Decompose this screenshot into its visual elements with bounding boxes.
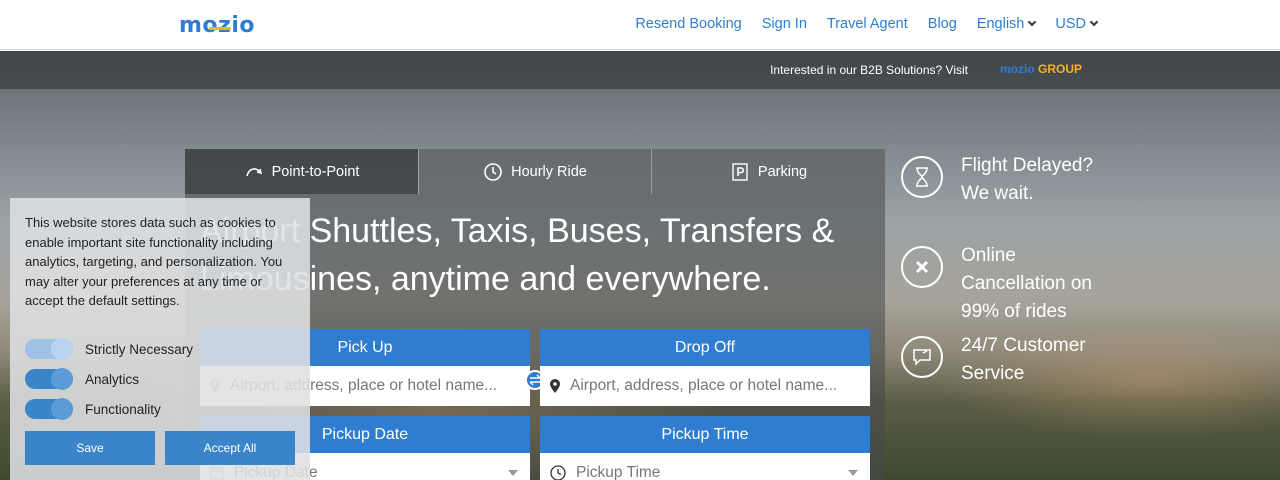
toggle-knob (51, 368, 73, 390)
chat-icon (901, 336, 943, 378)
cookie-consent-banner: This website stores data such as cookies… (10, 198, 310, 480)
nav-travel-agent[interactable]: Travel Agent (827, 16, 908, 32)
close-icon (901, 246, 943, 288)
tab-label: Hourly Ride (511, 163, 587, 180)
top-nav-links: Resend Booking Sign In Travel Agent Blog… (635, 16, 1099, 32)
tab-label: Parking (757, 163, 808, 180)
dropoff-input[interactable] (570, 377, 850, 395)
tab-parking[interactable]: Parking (651, 149, 885, 194)
feature-text: Online Cancellation on 99% of rides (961, 245, 1092, 322)
curve-arrow-icon (245, 167, 262, 176)
logo-accent (209, 27, 231, 30)
tab-hourly-ride[interactable]: Hourly Ride (418, 149, 651, 194)
currency-select[interactable]: USD (1055, 16, 1099, 32)
cookie-save-button[interactable]: Save (25, 431, 155, 465)
currency-label: USD (1055, 16, 1086, 32)
nav-sign-in[interactable]: Sign In (762, 16, 807, 32)
option-label: Strictly Necessary (85, 341, 194, 357)
feature-text: 24/7 Customer Service (961, 335, 1086, 384)
toggle-knob (51, 338, 73, 360)
functionality-toggle[interactable] (25, 398, 73, 420)
parking-icon (732, 162, 748, 181)
booking-tabs: Point-to-Point Hourly Ride Parking (185, 149, 885, 194)
tab-label: Point-to-Point (271, 163, 360, 180)
cookie-option-functionality: Functionality (25, 398, 161, 420)
mozio-group-link[interactable]: mozio GROUP (1000, 62, 1082, 76)
cookie-option-strictly-necessary: Strictly Necessary (25, 338, 194, 360)
language-select[interactable]: English (976, 16, 1037, 32)
top-navbar: mozio Resend Booking Sign In Travel Agen… (0, 0, 1280, 50)
map-pin-icon (550, 379, 560, 393)
language-label: English (976, 16, 1025, 32)
chevron-down-icon (508, 470, 518, 476)
strictly-necessary-toggle[interactable] (25, 338, 73, 360)
cookie-option-analytics: Analytics (25, 368, 140, 390)
cookie-accept-all-button[interactable]: Accept All (165, 431, 295, 465)
b2b-banner: Interested in our B2B Solutions? Visit m… (0, 51, 1280, 89)
clock-icon (484, 162, 502, 181)
b2b-logo-group: GROUP (1038, 62, 1083, 76)
dropoff-field[interactable] (540, 366, 870, 406)
toggle-knob (51, 398, 73, 420)
option-label: Analytics (85, 371, 140, 387)
pickup-time-label: Pickup Time (540, 416, 870, 453)
pickup-time-input[interactable] (576, 464, 856, 480)
chevron-down-icon (1089, 17, 1099, 27)
nav-blog[interactable]: Blog (928, 16, 957, 32)
tab-point-to-point[interactable]: Point-to-Point (185, 149, 418, 194)
hourglass-icon (901, 156, 943, 198)
mozio-logo[interactable]: mozio (179, 13, 255, 38)
pickup-time-field[interactable] (540, 453, 870, 480)
chevron-down-icon (1028, 17, 1037, 27)
analytics-toggle[interactable] (25, 368, 73, 390)
feature-text: Flight Delayed? We wait. (961, 155, 1094, 204)
chevron-down-icon (848, 470, 858, 476)
nav-resend-booking[interactable]: Resend Booking (635, 16, 741, 32)
logo-text: mozio (179, 13, 255, 38)
option-label: Functionality (85, 401, 161, 417)
b2b-text: Interested in our B2B Solutions? Visit (770, 63, 968, 77)
cookie-text: This website stores data such as cookies… (25, 215, 283, 308)
clock-icon (550, 465, 566, 480)
b2b-logo-main: mozio (1000, 62, 1035, 76)
dropoff-label: Drop Off (540, 329, 870, 366)
